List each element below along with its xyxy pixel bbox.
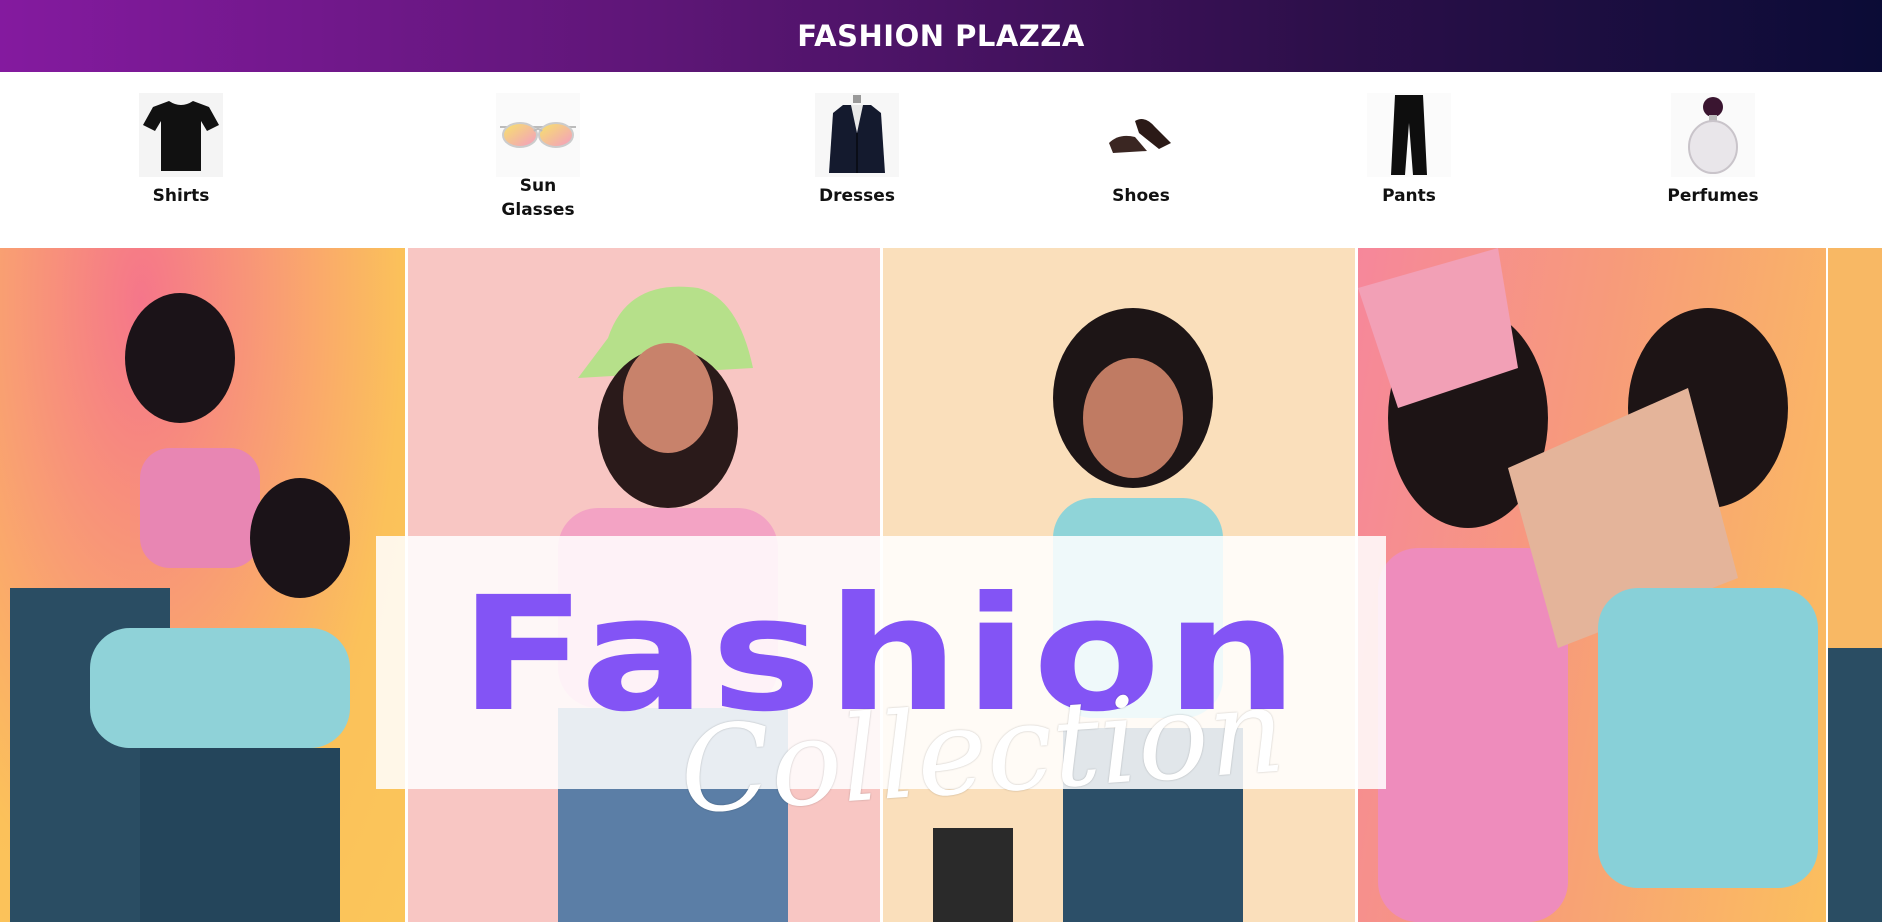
hero-banner: Fashion Collection	[0, 248, 1882, 922]
category-label: Shoes	[1112, 186, 1170, 206]
blazer-icon	[813, 92, 901, 178]
perfume-bottle-icon	[1669, 92, 1757, 178]
sunglasses-icon	[494, 92, 582, 178]
category-label: Dresses	[819, 186, 895, 206]
category-pants[interactable]: Pants	[1339, 92, 1479, 208]
category-label: Shirts	[152, 186, 210, 206]
category-dresses[interactable]: Dresses	[787, 92, 927, 208]
top-header: FASHION PLAZZA	[0, 0, 1882, 72]
pants-icon	[1365, 92, 1453, 178]
category-label: Pants	[1382, 186, 1436, 206]
category-shirts[interactable]: Shirts	[111, 92, 251, 208]
model-photo-5	[1828, 248, 1882, 922]
brand-title[interactable]: FASHION PLAZZA	[797, 19, 1085, 53]
loafers-icon	[1097, 92, 1185, 178]
category-label: Perfumes	[1667, 186, 1759, 206]
hero-subtitle: Collection	[675, 660, 1289, 841]
category-shoes[interactable]: Shoes	[1071, 92, 1211, 208]
category-perfumes[interactable]: Perfumes	[1643, 92, 1783, 208]
category-bar: Shirts Sun Glasses Dresses Shoes Pants P…	[0, 72, 1882, 248]
category-sunglasses[interactable]: Sun Glasses	[468, 92, 608, 222]
tshirt-icon	[137, 92, 225, 178]
category-label: Sun Glasses	[501, 176, 575, 220]
